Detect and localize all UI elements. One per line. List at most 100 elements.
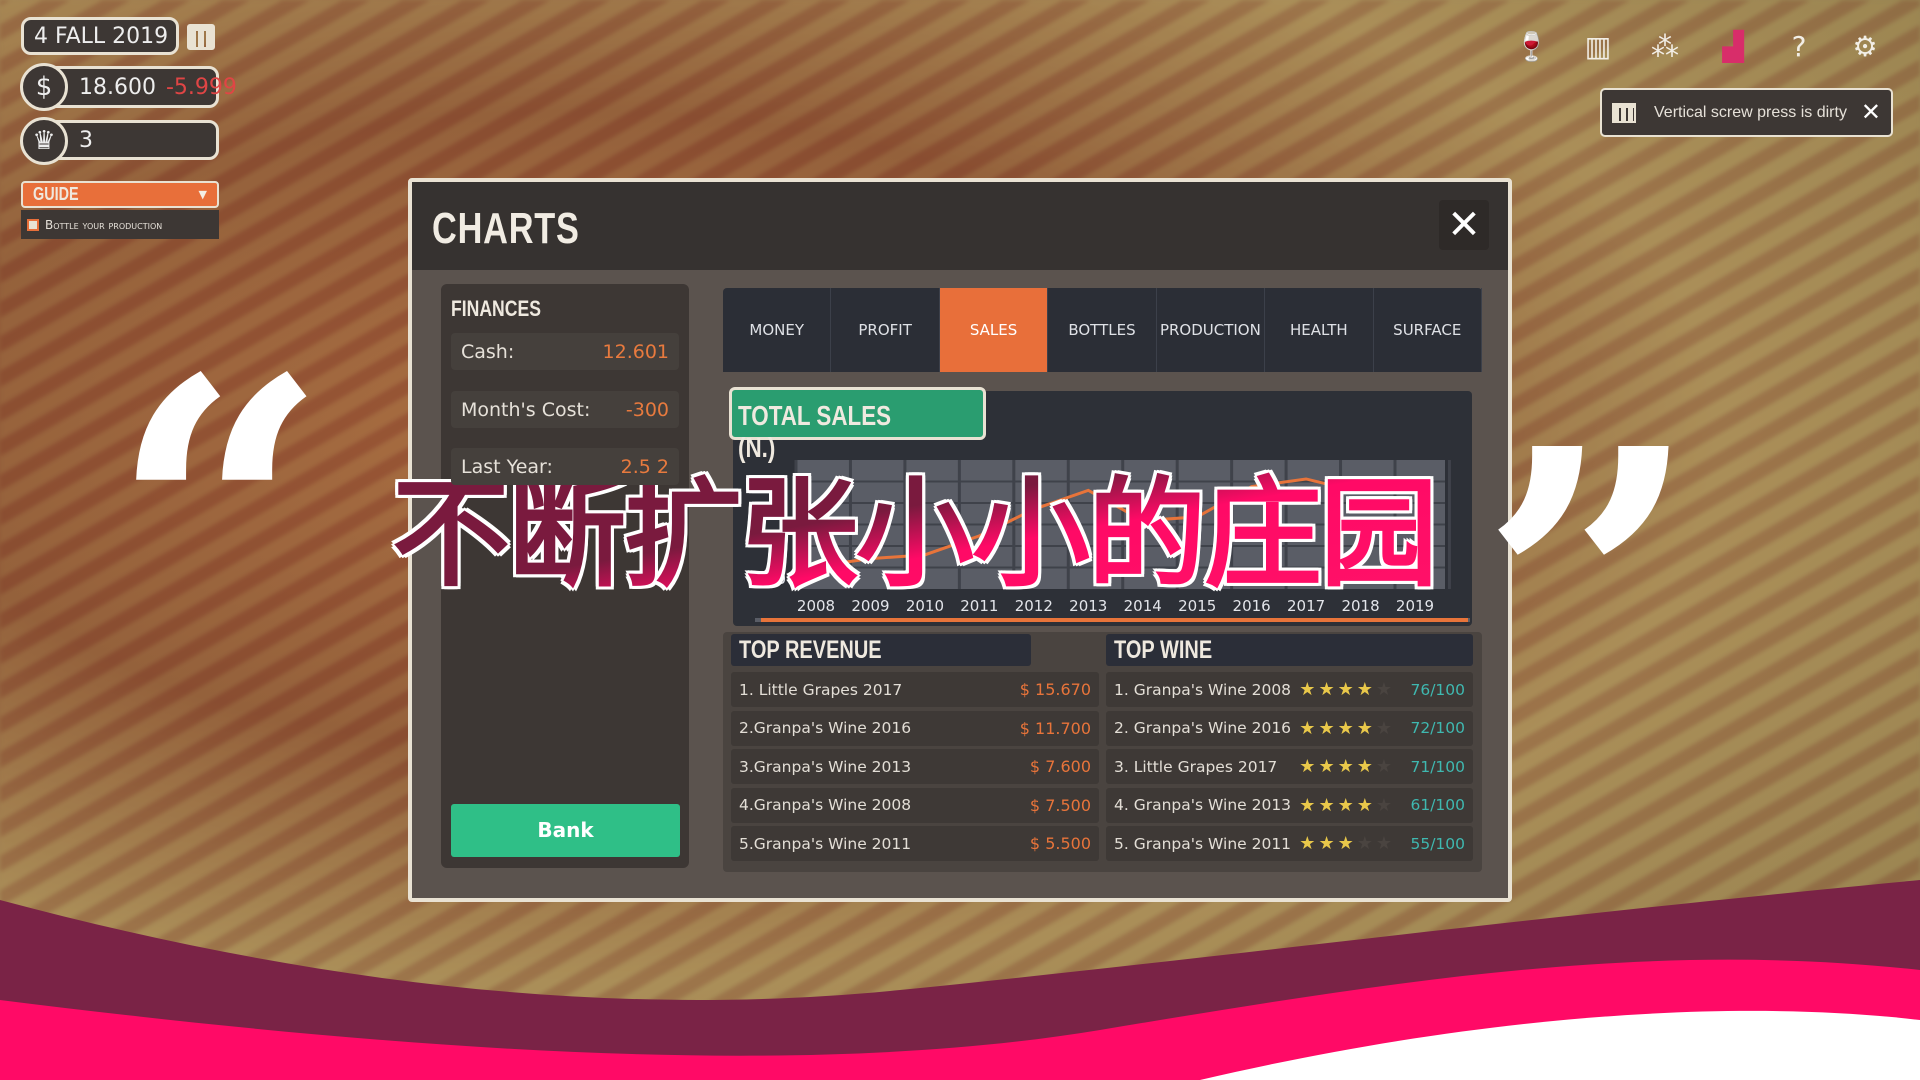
- tab-bottles[interactable]: BOTTLES: [1048, 288, 1157, 372]
- wine-score: 76/100: [1410, 680, 1465, 699]
- wine-name: 3.Granpa's Wine 2013: [739, 757, 912, 776]
- star-icon: ★: [1299, 833, 1319, 854]
- calendar-icon[interactable]: [187, 24, 215, 50]
- wine-name: 1. Granpa's Wine 2008: [1114, 680, 1292, 699]
- finance-label: Cash:: [461, 340, 515, 363]
- star-icon: ★: [1299, 756, 1319, 777]
- top-wine-header: TOP WINE: [1106, 634, 1473, 666]
- finance-label: Month's Cost:: [461, 398, 591, 421]
- chevron-down-icon: ▼: [198, 188, 207, 201]
- star-rating: ★★★★★: [1299, 718, 1395, 739]
- tab-profit[interactable]: PROFIT: [831, 288, 940, 372]
- star-icon: ★: [1337, 679, 1357, 700]
- wine-name: 4. Granpa's Wine 2013: [1114, 796, 1292, 814]
- star-rating: ★★★★★: [1299, 795, 1395, 816]
- star-icon: ★: [1356, 756, 1376, 777]
- top-revenue-header: TOP REVENUE: [731, 634, 1031, 666]
- dollar-icon: $: [20, 63, 68, 111]
- help-icon[interactable]: ?: [1782, 30, 1816, 64]
- finance-row: Cash: 12.601: [451, 333, 679, 370]
- tab-sales[interactable]: SALES: [939, 288, 1049, 372]
- top-wine-title: TOP WINE: [1114, 636, 1213, 664]
- revenue-value: $ 5.500: [1029, 834, 1091, 853]
- star-icon: ★: [1375, 717, 1395, 739]
- modal-header: CHARTS ✕: [412, 182, 1508, 270]
- settings-icon[interactable]: ⚙: [1848, 30, 1882, 64]
- crown-icon: ♛: [20, 117, 68, 165]
- scrollbar-thumb[interactable]: [761, 618, 1468, 622]
- notification[interactable]: Vertical screw press is dirty ✕: [1600, 88, 1893, 137]
- guide-dropdown[interactable]: GUIDE ▼: [21, 181, 219, 208]
- grapes-icon[interactable]: ⁂: [1648, 30, 1682, 64]
- finances-title: FINANCES: [451, 296, 541, 321]
- charts-icon[interactable]: ▟: [1716, 30, 1750, 64]
- revenue-value: $ 15.670: [1019, 680, 1091, 699]
- finance-value: 2.5 2: [620, 455, 669, 478]
- prestige-value: 3: [79, 127, 93, 153]
- revenue-value: $ 7.600: [1029, 757, 1091, 776]
- guide-task-text: Bottle your production: [45, 217, 163, 232]
- revenue-row: 2.Granpa's Wine 2016 $ 11.700: [731, 710, 1099, 746]
- star-rating: ★★★★★: [1299, 756, 1395, 777]
- chart-title-badge: TOTAL SALES (N.): [729, 387, 986, 463]
- wine-score: 55/100: [1410, 834, 1465, 853]
- star-icon: ★: [1356, 679, 1376, 700]
- close-quote: ”: [1480, 366, 1699, 813]
- star-icon: ★: [1337, 794, 1357, 816]
- date-display: 4 FALL 2019: [21, 17, 179, 55]
- wine-name: 3. Little Grapes 2017: [1114, 757, 1278, 776]
- star-icon: ★: [1318, 794, 1338, 816]
- finance-row: Last Year: 2.5 2: [451, 448, 679, 485]
- finance-value: 12.601: [602, 340, 669, 363]
- open-quote: “: [110, 296, 329, 743]
- tab-money[interactable]: MONEY: [723, 288, 832, 372]
- finance-label: Last Year:: [461, 455, 553, 478]
- wine-bottle-icon[interactable]: 🍷: [1514, 30, 1549, 64]
- close-button[interactable]: ✕: [1439, 200, 1489, 250]
- wine-press-icon[interactable]: ▥: [1581, 30, 1615, 64]
- revenue-value: $ 11.700: [1019, 718, 1091, 738]
- tab-production[interactable]: PRODUCTION: [1157, 288, 1266, 372]
- top-tables: TOP REVENUE TOP WINE 1. Little Grapes 20…: [723, 632, 1482, 872]
- star-icon: ★: [1299, 717, 1319, 739]
- finance-value: -300: [625, 398, 669, 421]
- tab-health[interactable]: HEALTH: [1265, 288, 1374, 372]
- checkbox[interactable]: [27, 218, 39, 231]
- star-icon: ★: [1337, 717, 1357, 739]
- wine-name: 5. Granpa's Wine 2011: [1114, 834, 1292, 853]
- star-rating: ★★★★★: [1299, 679, 1395, 700]
- revenue-row: 3.Granpa's Wine 2013 $ 7.600: [731, 749, 1099, 784]
- star-icon: ★: [1318, 833, 1338, 854]
- wine-score: 72/100: [1410, 719, 1465, 737]
- top-revenue-title: TOP REVENUE: [739, 636, 882, 664]
- star-icon: ★: [1299, 794, 1319, 816]
- star-icon: ★: [1318, 679, 1338, 700]
- star-icon: ★: [1375, 833, 1395, 854]
- bank-button[interactable]: Bank: [451, 804, 680, 857]
- finance-row: Month's Cost: -300: [451, 391, 679, 428]
- star-icon: ★: [1356, 717, 1376, 739]
- wine-name: 1. Little Grapes 2017: [739, 680, 903, 699]
- modal-title: CHARTS: [432, 204, 580, 253]
- star-icon: ★: [1356, 833, 1376, 854]
- wine-score: 71/100: [1410, 757, 1465, 776]
- chart-tabs: MONEY PROFIT SALES BOTTLES PRODUCTION HEALTH S…: [723, 288, 1482, 372]
- wine-name: 2.Granpa's Wine 2016: [739, 719, 912, 737]
- revenue-row: 5.Granpa's Wine 2011 $ 5.500: [731, 826, 1099, 861]
- guide-task[interactable]: Bottle your production: [21, 210, 219, 239]
- star-icon: ★: [1337, 756, 1357, 777]
- revenue-row: 4.Granpa's Wine 2008 $ 7.500: [731, 787, 1099, 823]
- star-icon: ★: [1375, 679, 1395, 700]
- star-icon: ★: [1375, 794, 1395, 816]
- wine-name: 5.Granpa's Wine 2011: [739, 834, 912, 853]
- revenue-value: $ 7.500: [1029, 795, 1091, 815]
- star-icon: ★: [1375, 756, 1395, 777]
- decorative-wave: [0, 880, 1920, 1080]
- top-wine-row: 2. Granpa's Wine 2016 ★★★★★ 72/100: [1106, 710, 1473, 746]
- calendar-icon: [1612, 102, 1636, 123]
- close-icon[interactable]: ✕: [1861, 98, 1881, 127]
- money-value: 18.600: [79, 74, 156, 100]
- tab-surface[interactable]: SURFACE: [1374, 288, 1482, 372]
- star-icon: ★: [1337, 833, 1357, 854]
- date-text: 4 FALL 2019: [34, 23, 169, 49]
